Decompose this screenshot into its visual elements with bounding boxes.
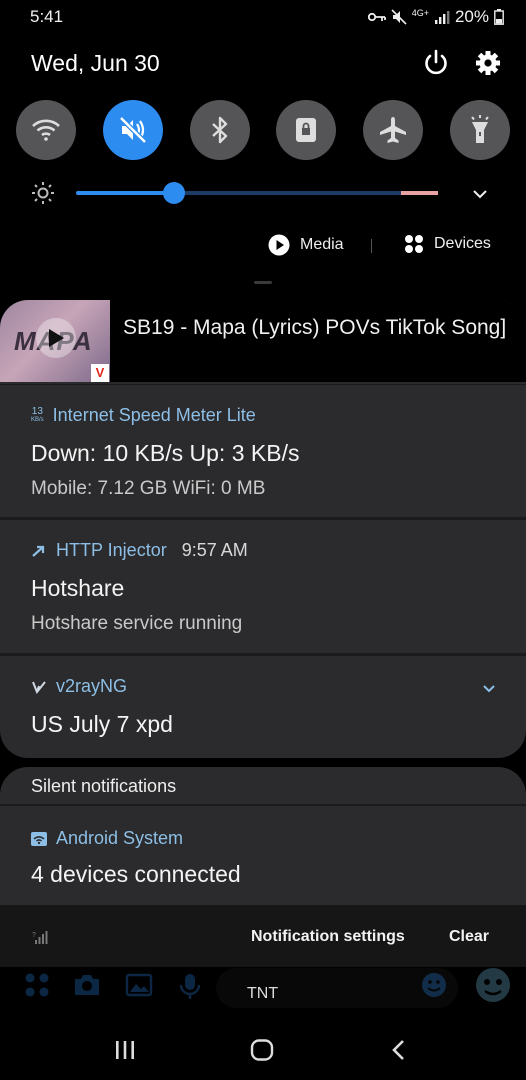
- android-system-notification[interactable]: Android System 4 devices connected: [0, 806, 526, 917]
- wifi-toggle[interactable]: [16, 100, 76, 160]
- chevron-down-icon[interactable]: [471, 185, 489, 203]
- microphone-icon: [178, 972, 202, 1000]
- app-header: Android System: [31, 828, 183, 849]
- media-output-button[interactable]: Media: [268, 234, 344, 256]
- battery-icon: [494, 9, 504, 25]
- notification-text: Hotshare service running: [31, 613, 243, 634]
- app-badge: V: [91, 364, 109, 382]
- media-title: SB19 - Mapa (Lyrics) POVs TikTok Song]: [123, 316, 507, 339]
- devices-grid-icon: [404, 234, 424, 254]
- key-icon: [367, 11, 386, 23]
- arrow-icon: [31, 544, 47, 558]
- sound-toggle[interactable]: [103, 100, 163, 160]
- camera-icon: [73, 972, 101, 998]
- app-header: HTTP Injector 9:57 AM: [31, 540, 248, 561]
- signal-icon: [434, 10, 450, 24]
- section-header: Silent notifications: [31, 776, 177, 796]
- emoji-icon: [420, 971, 448, 999]
- app-name: HTTP Injector: [56, 540, 167, 560]
- notification-settings-button[interactable]: Notification settings: [251, 928, 405, 946]
- battery-percent: 20%: [454, 7, 489, 26]
- media-notification[interactable]: MAPA V SB19 - Mapa (Lyrics) POVs TikTok …: [0, 300, 526, 382]
- flashlight-toggle[interactable]: [450, 100, 510, 160]
- flashlight-icon: [467, 114, 493, 146]
- notification-title: Down: 10 KB/s Up: 3 KB/s: [31, 440, 300, 466]
- lock-icon: [294, 116, 318, 144]
- wifi-hotspot-icon: [31, 831, 47, 846]
- devices-label: Devices: [434, 235, 491, 252]
- brightness-slider-fill: [76, 191, 174, 195]
- network-type-icon: 4G+: [411, 8, 429, 18]
- notification-text: Mobile: 7.12 GB WiFi: 0 MB: [31, 478, 266, 499]
- sticker-icon: [474, 966, 512, 1004]
- gear-icon[interactable]: [474, 49, 502, 77]
- media-thumbnail: MAPA V: [0, 300, 110, 382]
- notification-card: MAPA V SB19 - Mapa (Lyrics) POVs TikTok …: [0, 300, 526, 758]
- notification-title: US July 7 xpd: [31, 711, 173, 737]
- bluetooth-toggle[interactable]: [190, 100, 250, 160]
- svg-text:?: ?: [32, 932, 36, 939]
- play-circle-icon: [268, 234, 290, 256]
- notification-title: 4 devices connected: [31, 861, 241, 887]
- brightness-slider-thumb[interactable]: [162, 182, 185, 204]
- gallery-icon: [125, 972, 153, 998]
- media-label: Media: [300, 236, 344, 253]
- http-injector-notification[interactable]: HTTP Injector 9:57 AM Hotshare Hotshare …: [0, 519, 526, 654]
- status-icons: 4G+ 20%: [367, 6, 504, 28]
- play-icon[interactable]: [36, 318, 76, 358]
- recents-icon[interactable]: [114, 1039, 136, 1061]
- screen-lock-toggle[interactable]: [276, 100, 336, 160]
- no-signal-icon: ?: [32, 930, 48, 944]
- carrier-label: TNT: [247, 985, 279, 1002]
- divider: [371, 239, 372, 253]
- silent-notifications-card: Silent notifications Android System 4 de…: [0, 767, 526, 917]
- apps-grid-icon: [24, 972, 50, 998]
- app-name: v2rayNG: [56, 676, 128, 696]
- speed-meter-icon: 13 KB/s: [31, 405, 44, 423]
- home-icon[interactable]: [250, 1039, 274, 1061]
- clear-button[interactable]: Clear: [449, 928, 489, 946]
- airplane-icon: [378, 115, 408, 145]
- back-icon[interactable]: [390, 1039, 408, 1061]
- app-name: Internet Speed Meter Lite: [52, 405, 256, 425]
- v2ray-icon: [31, 680, 47, 694]
- date-label: Wed, Jun 30: [31, 50, 160, 76]
- bluetooth-icon: [209, 115, 231, 145]
- mute-status-icon: [391, 9, 407, 25]
- panel-handle[interactable]: [254, 281, 272, 284]
- mute-icon: [118, 115, 148, 145]
- power-icon[interactable]: [421, 48, 451, 78]
- notification-title: Hotshare: [31, 575, 125, 601]
- brightness-icon: [31, 181, 55, 205]
- app-header: 13 KB/s Internet Speed Meter Lite: [31, 405, 256, 426]
- brightness-slider-limit: [401, 191, 438, 195]
- v2ray-notification[interactable]: v2rayNG US July 7 xpd: [0, 655, 526, 758]
- chevron-down-icon[interactable]: [482, 684, 496, 694]
- airplane-toggle[interactable]: [363, 100, 423, 160]
- devices-button[interactable]: Devices: [404, 234, 491, 254]
- app-name: Android System: [56, 828, 184, 848]
- app-header: v2rayNG: [31, 676, 127, 697]
- wifi-icon: [31, 118, 61, 142]
- speed-meter-notification[interactable]: 13 KB/s Internet Speed Meter Lite Down: …: [0, 384, 526, 519]
- status-time: 5:41: [30, 7, 64, 26]
- notification-time: 9:57 AM: [181, 540, 248, 560]
